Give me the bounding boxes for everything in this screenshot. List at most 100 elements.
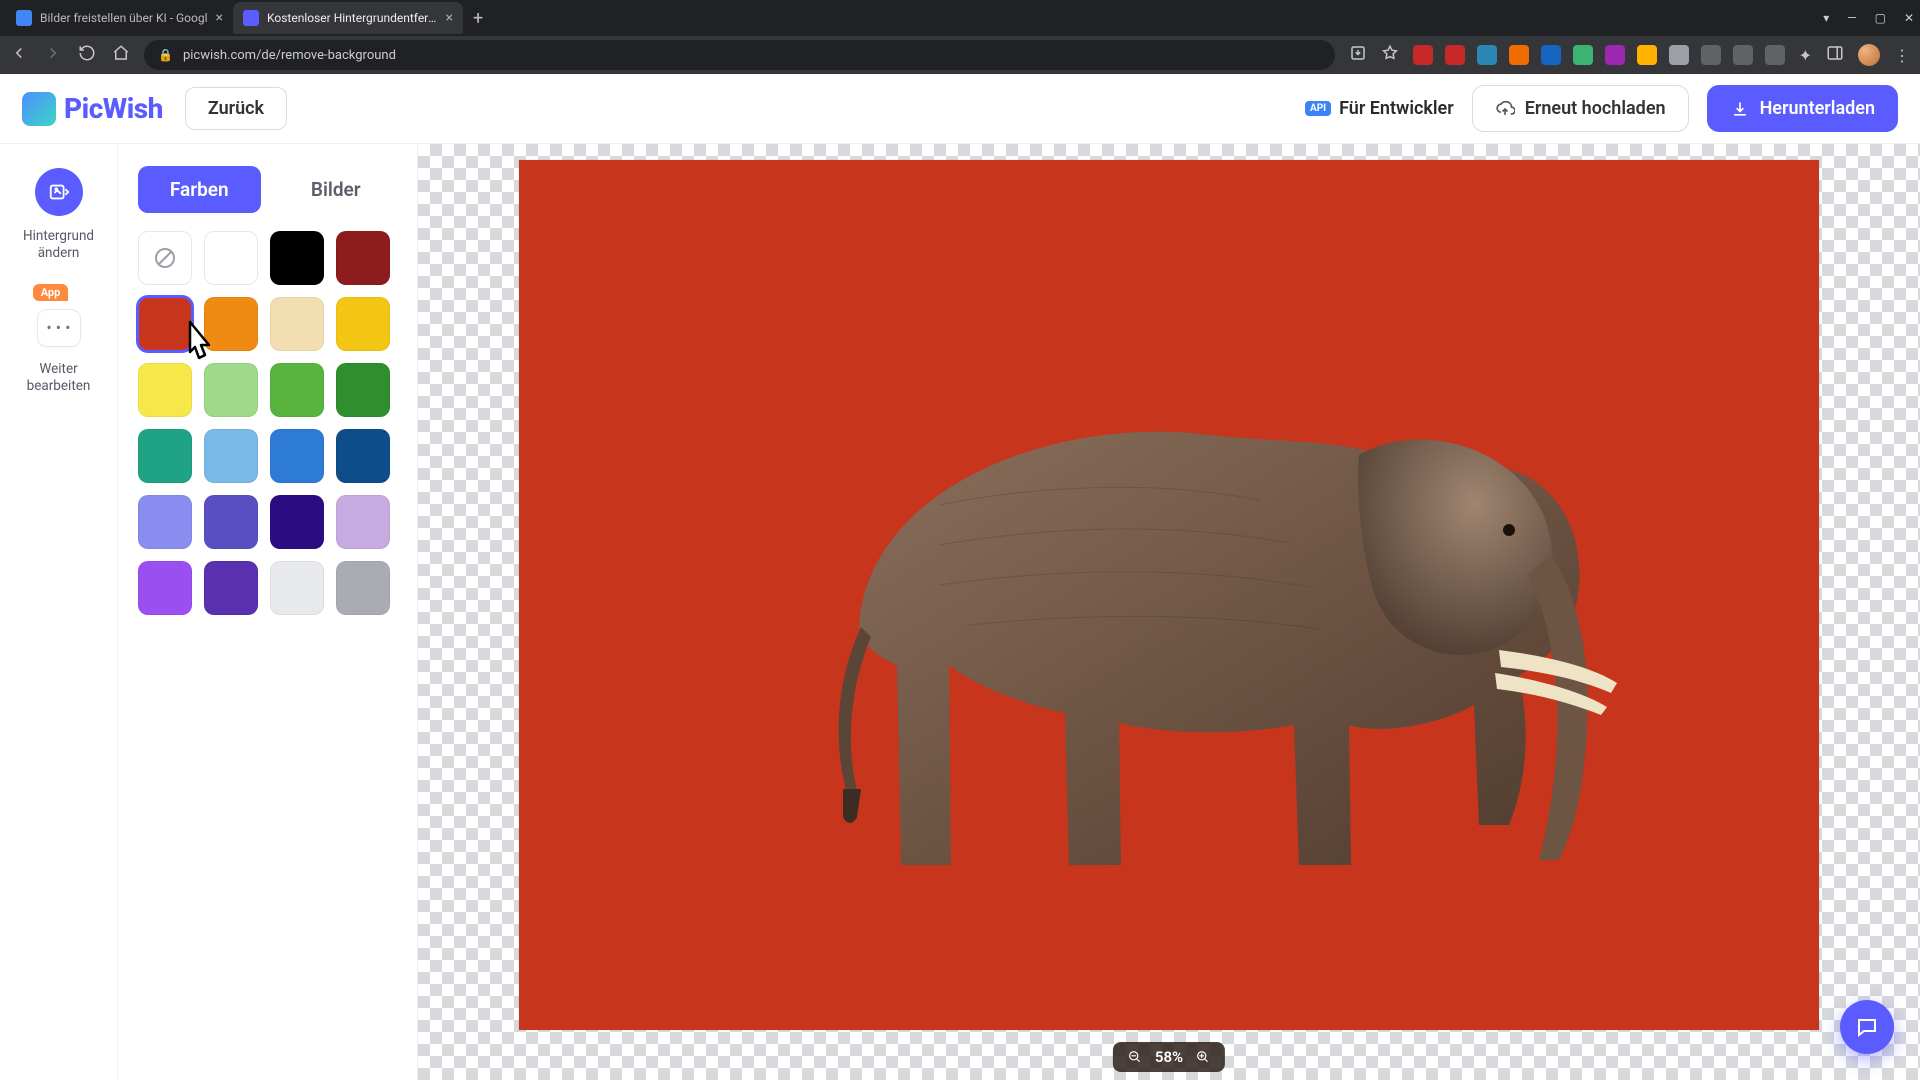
color-swatch[interactable]	[204, 495, 258, 549]
swatch-transparent[interactable]	[138, 231, 192, 285]
background-panel: Farben Bilder	[118, 144, 418, 1080]
extension-icon[interactable]	[1541, 45, 1561, 65]
panel-tabs: Farben Bilder	[138, 166, 397, 213]
tab-title: Bilder freistellen über KI - Googl	[40, 11, 208, 25]
color-swatch[interactable]	[204, 561, 258, 615]
close-icon[interactable]: ×	[216, 10, 223, 26]
extension-icon[interactable]	[1637, 45, 1657, 65]
url-text: picwish.com/de/remove-background	[183, 48, 396, 63]
color-swatch[interactable]	[270, 495, 324, 549]
color-swatch[interactable]	[336, 231, 390, 285]
further-edit-label: Weiterbearbeiten	[27, 361, 91, 395]
extension-icon[interactable]	[1605, 45, 1625, 65]
more-tools-button[interactable]: • • •	[37, 309, 81, 347]
nav-icons	[10, 44, 130, 66]
download-label: Herunterladen	[1760, 98, 1875, 119]
color-swatch[interactable]	[138, 363, 192, 417]
left-rail: Hintergrundändern App • • • Weiterbearbe…	[0, 144, 118, 1080]
lock-icon: 🔒	[158, 48, 173, 62]
browser-chrome: Bilder freistellen über KI - Googl × Kos…	[0, 0, 1920, 74]
api-badge: API	[1305, 101, 1331, 116]
color-swatch[interactable]	[138, 297, 192, 351]
download-button[interactable]: Herunterladen	[1707, 85, 1898, 132]
extensions-icon[interactable]: ✦	[1799, 46, 1812, 65]
reload-icon[interactable]	[78, 44, 96, 66]
color-swatch[interactable]	[336, 363, 390, 417]
chat-fab[interactable]	[1840, 1000, 1894, 1054]
zoom-value: 58%	[1155, 1048, 1183, 1066]
upload-icon	[1495, 99, 1515, 119]
color-swatch[interactable]	[138, 495, 192, 549]
canvas-area[interactable]: 58%	[418, 144, 1920, 1080]
color-swatch[interactable]	[270, 363, 324, 417]
forward-icon[interactable]	[44, 44, 62, 66]
color-swatch[interactable]	[204, 297, 258, 351]
avatar-icon[interactable]	[1858, 44, 1880, 66]
color-swatch[interactable]	[204, 363, 258, 417]
download-icon	[1730, 99, 1750, 119]
new-tab-button[interactable]: +	[463, 8, 493, 29]
artboard[interactable]	[519, 160, 1819, 1030]
extension-icon[interactable]	[1477, 45, 1497, 65]
extension-icon[interactable]	[1701, 45, 1721, 65]
color-swatch[interactable]	[336, 561, 390, 615]
back-button[interactable]: Zurück	[185, 87, 287, 130]
logo-mark-icon	[22, 92, 56, 126]
extension-icon[interactable]	[1573, 45, 1593, 65]
logo-text: PicWish	[64, 92, 163, 125]
tab-title: Kostenloser Hintergrundentferne	[267, 11, 438, 25]
url-field[interactable]: 🔒 picwish.com/de/remove-background	[144, 40, 1335, 70]
tab-colors[interactable]: Farben	[138, 166, 261, 213]
color-swatch[interactable]	[138, 429, 192, 483]
change-background-label: Hintergrundändern	[23, 228, 94, 262]
close-icon[interactable]: ×	[446, 10, 453, 26]
bookmark-star-icon[interactable]	[1381, 44, 1399, 66]
window-controls: ▾ — ▢ ✕	[1823, 0, 1914, 36]
tab-favicon	[16, 10, 32, 26]
zoom-control: 58%	[1113, 1042, 1225, 1072]
extension-icon[interactable]	[1765, 45, 1785, 65]
extension-icon[interactable]	[1733, 45, 1753, 65]
color-swatch[interactable]	[336, 429, 390, 483]
color-swatch[interactable]	[138, 561, 192, 615]
minimize-icon[interactable]: —	[1847, 11, 1856, 25]
home-icon[interactable]	[112, 44, 130, 66]
color-swatch[interactable]	[270, 429, 324, 483]
zoom-in-icon[interactable]	[1195, 1049, 1211, 1065]
color-swatch[interactable]	[336, 495, 390, 549]
reupload-label: Erneut hochladen	[1525, 98, 1666, 119]
color-swatch[interactable]	[270, 561, 324, 615]
color-swatch[interactable]	[270, 231, 324, 285]
for-developers-link[interactable]: API Für Entwickler	[1305, 98, 1454, 119]
subject-image[interactable]	[739, 305, 1619, 905]
extension-icon[interactable]	[1413, 45, 1433, 65]
extension-icon[interactable]	[1669, 45, 1689, 65]
color-swatch[interactable]	[204, 429, 258, 483]
kebab-menu-icon[interactable]: ⋮	[1894, 46, 1910, 65]
browser-tab[interactable]: Bilder freistellen über KI - Googl ×	[6, 2, 233, 34]
logo[interactable]: PicWish	[22, 92, 163, 126]
reupload-button[interactable]: Erneut hochladen	[1472, 85, 1689, 132]
close-window-icon[interactable]: ✕	[1904, 11, 1914, 25]
tab-strip: Bilder freistellen über KI - Googl × Kos…	[0, 0, 1920, 36]
browser-tab[interactable]: Kostenloser Hintergrundentferne ×	[233, 2, 463, 34]
for-developers-label: Für Entwickler	[1339, 98, 1454, 119]
extension-icon[interactable]	[1509, 45, 1529, 65]
extension-icons	[1413, 45, 1785, 65]
main: Hintergrundändern App • • • Weiterbearbe…	[0, 144, 1920, 1080]
color-swatch[interactable]	[270, 297, 324, 351]
back-icon[interactable]	[10, 44, 28, 66]
zoom-out-icon[interactable]	[1127, 1049, 1143, 1065]
change-background-button[interactable]	[35, 168, 83, 216]
side-panel-icon[interactable]	[1826, 44, 1844, 66]
tab-favicon	[243, 10, 259, 26]
maximize-icon[interactable]: ▢	[1875, 11, 1886, 25]
color-swatch[interactable]	[336, 297, 390, 351]
app-header: PicWish Zurück API Für Entwickler Erneut…	[0, 74, 1920, 144]
extension-icon[interactable]	[1445, 45, 1465, 65]
address-bar: 🔒 picwish.com/de/remove-background ✦ ⋮	[0, 36, 1920, 74]
color-swatch[interactable]	[204, 231, 258, 285]
install-app-icon[interactable]	[1349, 44, 1367, 66]
chevron-down-icon[interactable]: ▾	[1823, 11, 1829, 25]
tab-images[interactable]: Bilder	[275, 166, 398, 213]
